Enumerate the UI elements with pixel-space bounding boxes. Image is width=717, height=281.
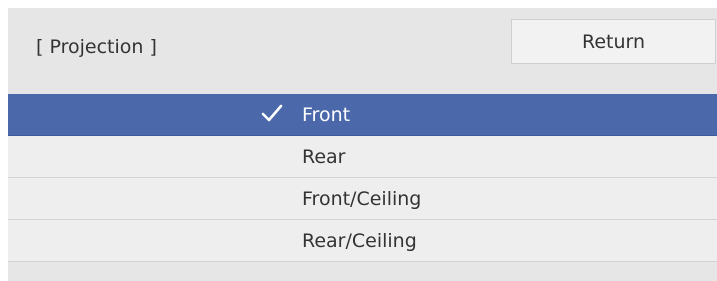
- checkmark-icon: [261, 104, 283, 122]
- projection-menu-panel: [ Projection ] Return Front Rear Front/C…: [8, 8, 717, 281]
- option-label: Rear: [302, 146, 346, 168]
- return-button[interactable]: Return: [511, 19, 716, 64]
- option-rear-ceiling[interactable]: Rear/Ceiling: [8, 220, 717, 262]
- projection-options-list: Front Rear Front/Ceiling Rear/Ceiling: [8, 94, 717, 262]
- option-rear[interactable]: Rear: [8, 136, 717, 178]
- option-label: Front: [302, 104, 351, 126]
- option-label: Rear/Ceiling: [302, 230, 417, 252]
- page-title: [ Projection ]: [36, 36, 157, 58]
- option-front[interactable]: Front: [8, 94, 717, 136]
- option-front-ceiling[interactable]: Front/Ceiling: [8, 178, 717, 220]
- option-label: Front/Ceiling: [302, 188, 422, 210]
- menu-header: [ Projection ] Return: [8, 8, 717, 94]
